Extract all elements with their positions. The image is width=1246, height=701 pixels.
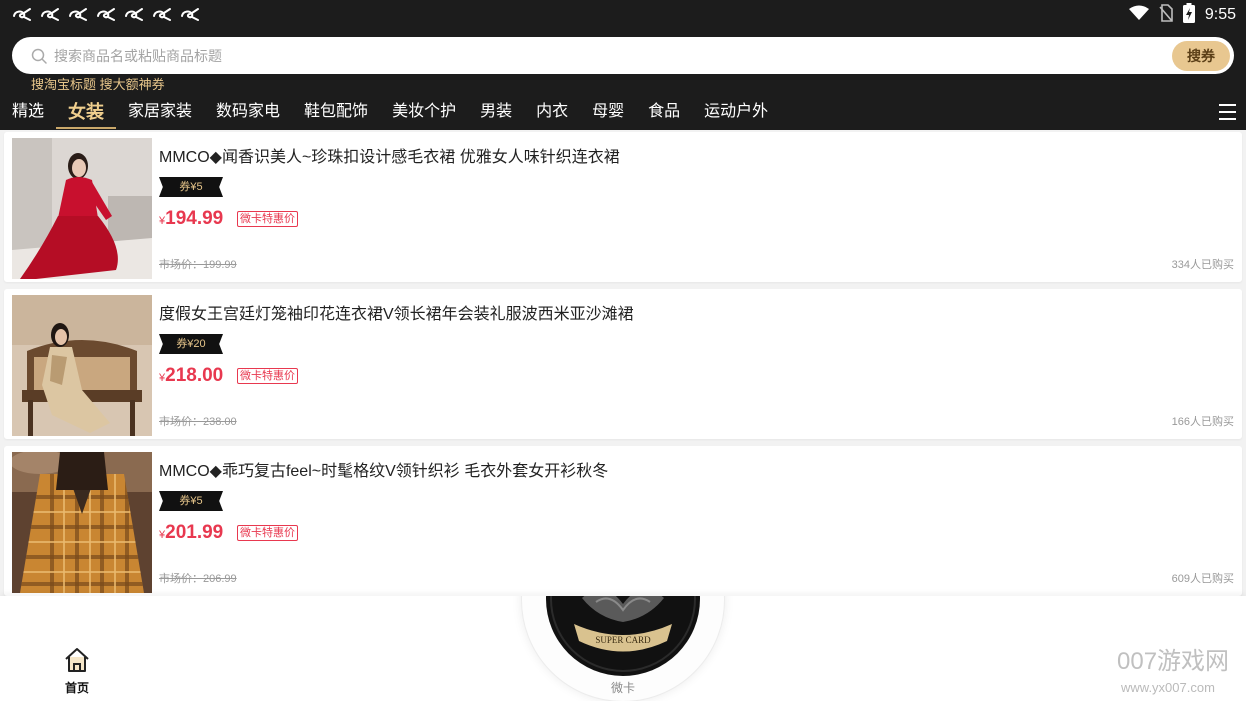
coupon-badge: 券¥20 bbox=[159, 334, 223, 354]
market-price: 市场价：206.99 bbox=[159, 573, 237, 585]
nav-label-weika[interactable]: 微卡 bbox=[593, 680, 653, 696]
category-tab[interactable]: 食品 bbox=[648, 100, 680, 124]
product-title: MMCO◆闻香识美人~珍珠扣设计感毛衣裙 优雅女人味针织连衣裙 bbox=[159, 149, 620, 166]
bottom-navigation: SUPER CARD 微卡 首页 bbox=[0, 596, 1246, 701]
coupon-badge: 券¥5 bbox=[159, 491, 223, 511]
home-icon[interactable] bbox=[63, 646, 91, 674]
product-price: ¥218.00 bbox=[159, 364, 223, 390]
product-image[interactable] bbox=[12, 138, 152, 279]
price-tag: 微卡特惠价 bbox=[237, 525, 298, 541]
watermark-text: 007游戏网 bbox=[1117, 648, 1230, 675]
search-icon bbox=[31, 48, 47, 64]
category-tab[interactable]: 运动户外 bbox=[704, 100, 768, 124]
app-notification-icon bbox=[67, 7, 89, 23]
nav-label-home[interactable]: 首页 bbox=[57, 680, 97, 696]
app-notification-icon bbox=[179, 7, 201, 23]
app-header: 9:55 搜券 搜淘宝标题 搜大额神券 精选 女装 家居家装 数码家电 鞋包配饰… bbox=[0, 0, 1246, 130]
price-amount: 194.99 bbox=[165, 208, 224, 229]
coupon-badge: 券¥5 bbox=[159, 177, 223, 197]
battery-charging-icon bbox=[1182, 2, 1195, 28]
category-tab[interactable]: 数码家电 bbox=[216, 100, 280, 124]
app-notification-icon bbox=[151, 7, 173, 23]
price-amount: 201.99 bbox=[165, 522, 224, 543]
no-sim-icon bbox=[1159, 3, 1173, 27]
product-title: 度假女王宫廷灯笼袖印花连衣裙V领长裙年会装礼服波西米亚沙滩裙 bbox=[159, 306, 634, 323]
logo-text: SUPER CARD bbox=[595, 635, 651, 645]
product-image[interactable] bbox=[12, 452, 152, 593]
hamburger-menu-icon[interactable] bbox=[1219, 104, 1236, 120]
clock-time: 9:55 bbox=[1204, 6, 1236, 23]
app-notification-icon bbox=[39, 7, 61, 23]
product-image[interactable] bbox=[12, 295, 152, 436]
price-tag: 微卡特惠价 bbox=[237, 211, 298, 227]
sold-count: 166人已购买 bbox=[1171, 416, 1234, 428]
search-coupon-button[interactable]: 搜券 bbox=[1172, 41, 1230, 71]
category-tab[interactable]: 美妆个护 bbox=[392, 100, 456, 124]
wifi-icon bbox=[1128, 5, 1149, 26]
market-price: 市场价：238.00 bbox=[159, 416, 237, 428]
category-tabs: 精选 女装 家居家装 数码家电 鞋包配饰 美妆个护 男装 内衣 母婴 食品 运动… bbox=[12, 100, 768, 129]
sold-count: 609人已购买 bbox=[1171, 573, 1234, 585]
notification-icons bbox=[11, 7, 201, 23]
sold-count: 334人已购买 bbox=[1171, 259, 1234, 271]
price-amount: 218.00 bbox=[165, 365, 224, 386]
watermark-url: www.yx007.com bbox=[1121, 680, 1215, 695]
product-card[interactable]: MMCO◆闻香识美人~珍珠扣设计感毛衣裙 优雅女人味针织连衣裙 券¥5 ¥194… bbox=[4, 132, 1242, 282]
market-price: 市场价：199.99 bbox=[159, 259, 237, 271]
category-tab[interactable]: 鞋包配饰 bbox=[304, 100, 368, 124]
product-price: ¥194.99 bbox=[159, 207, 223, 233]
search-input[interactable] bbox=[54, 37, 1154, 74]
category-tab[interactable]: 母婴 bbox=[592, 100, 624, 124]
super-card-logo-button[interactable]: SUPER CARD bbox=[546, 596, 700, 676]
app-notification-icon bbox=[11, 7, 33, 23]
search-hint: 搜淘宝标题 搜大额神券 bbox=[31, 77, 165, 92]
search-bar[interactable]: 搜券 bbox=[12, 37, 1234, 74]
app-notification-icon bbox=[95, 7, 117, 23]
category-tab[interactable]: 内衣 bbox=[536, 100, 568, 124]
category-tab[interactable]: 家居家装 bbox=[128, 100, 192, 124]
category-tab[interactable]: 精选 bbox=[12, 100, 44, 124]
price-tag: 微卡特惠价 bbox=[237, 368, 298, 384]
category-tab[interactable]: 男装 bbox=[480, 100, 512, 124]
app-notification-icon bbox=[123, 7, 145, 23]
product-title: MMCO◆乖巧复古feel~时髦格纹V领针织衫 毛衣外套女开衫秋冬 bbox=[159, 463, 609, 480]
status-indicators: 9:55 bbox=[1128, 2, 1236, 28]
product-price: ¥201.99 bbox=[159, 521, 223, 547]
category-tab[interactable]: 女装 bbox=[56, 100, 117, 129]
product-card[interactable]: MMCO◆乖巧复古feel~时髦格纹V领针织衫 毛衣外套女开衫秋冬 券¥5 ¥2… bbox=[4, 446, 1242, 596]
product-card[interactable]: 度假女王宫廷灯笼袖印花连衣裙V领长裙年会装礼服波西米亚沙滩裙 券¥20 ¥218… bbox=[4, 289, 1242, 439]
